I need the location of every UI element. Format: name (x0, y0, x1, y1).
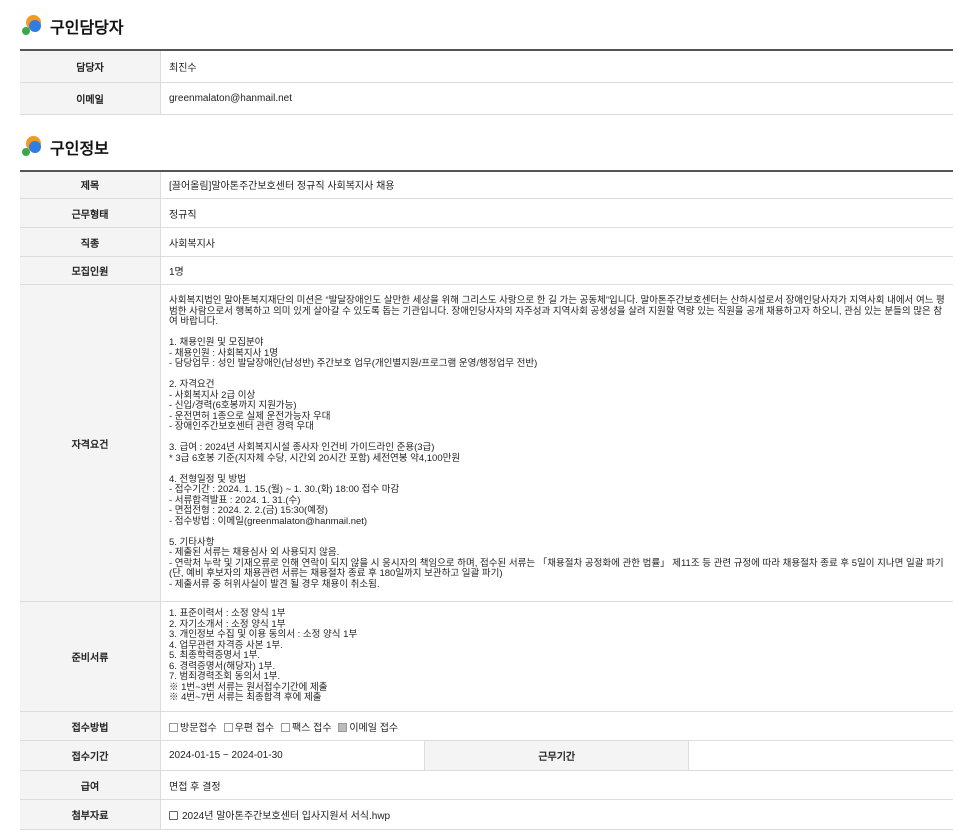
attachment-label: 첨부자료 (20, 799, 161, 830)
occupation-label: 직종 (20, 227, 161, 257)
job-section-title: 구인정보 (50, 140, 109, 158)
table-row: 접수방법 방문접수 우편 접수 팩스 접수 이메일 접수 (20, 711, 953, 741)
qualification-label: 자격요건 (20, 284, 161, 602)
qualification-text: 사회복지법인 말아톤복지재단의 미션은 “발달장애인도 살만한 세상을 위해 그… (160, 284, 953, 602)
email-label: 이메일 (20, 82, 161, 115)
table-row: 담당자 최진수 (20, 50, 953, 83)
headcount-label: 모집인원 (20, 256, 161, 285)
manager-section-title: 구인담당자 (50, 20, 124, 37)
table-row: 제목 [끌어올림]말아톤주간보호센터 정규직 사회복지사 채용 (20, 170, 953, 199)
employment-type-label: 근무형태 (20, 198, 161, 228)
method-options: 방문접수 우편 접수 팩스 접수 이메일 접수 (160, 711, 953, 741)
workperiod-label: 근무기간 (424, 740, 690, 771)
section-logo-icon (22, 135, 44, 158)
attachment-link[interactable]: 2024년 말아톤주간보호센터 입사지원서 서식.hwp (182, 811, 390, 822)
method-option-visit[interactable]: 방문접수 (169, 722, 217, 734)
email-value: greenmalaton@hanmail.net (160, 82, 953, 115)
method-label: 접수방법 (20, 711, 161, 741)
table-row: 준비서류 1. 표준이력서 : 소정 양식 1부 2. 자기소개서 : 소정 양… (20, 601, 953, 712)
job-info-table: 제목 [끌어올림]말아톤주간보호센터 정규직 사회복지사 채용 근무형태 정규직… (20, 169, 953, 830)
table-row: 모집인원 1명 (20, 256, 953, 285)
table-row: 첨부자료 2024년 말아톤주간보호센터 입사지원서 서식.hwp (20, 799, 953, 830)
salary-label: 급여 (20, 770, 161, 800)
manager-table: 담당자 최진수 이메일 greenmalaton@hanmail.net (20, 49, 953, 115)
table-row: 자격요건 사회복지법인 말아톤복지재단의 미션은 “발달장애인도 살만한 세상을… (20, 284, 953, 602)
title-label: 제목 (20, 170, 161, 199)
table-row: 이메일 greenmalaton@hanmail.net (20, 82, 953, 115)
method-option-email[interactable]: 이메일 접수 (338, 722, 398, 734)
section-logo-icon (22, 15, 44, 37)
documents-label: 준비서류 (20, 601, 161, 712)
checkbox-mail[interactable] (223, 722, 233, 732)
attachment-icon (169, 811, 178, 820)
manager-section-header: 구인담당자 (0, 14, 970, 38)
attachment-cell: 2024년 말아톤주간보호센터 입사지원서 서식.hwp (160, 799, 953, 830)
method-option-fax[interactable]: 팩스 접수 (280, 722, 332, 734)
manager-label: 담당자 (20, 50, 161, 83)
manager-value: 최진수 (160, 50, 953, 83)
employment-type-value: 정규직 (160, 198, 953, 228)
checkbox-email[interactable] (338, 722, 348, 732)
occupation-value: 사회복지사 (160, 227, 953, 257)
headcount-value: 1명 (160, 256, 953, 285)
table-row: 급여 면접 후 결정 (20, 770, 953, 800)
checkbox-fax[interactable] (280, 722, 290, 732)
documents-text: 1. 표준이력서 : 소정 양식 1부 2. 자기소개서 : 소정 양식 1부 … (160, 601, 953, 712)
salary-value: 면접 후 결정 (160, 770, 953, 800)
table-row: 근무형태 정규직 (20, 198, 953, 228)
period-value: 2024-01-15 ~ 2024-01-30 (160, 740, 425, 771)
table-row: 접수기간 2024-01-15 ~ 2024-01-30 근무기간 (20, 740, 953, 771)
table-row: 직종 사회복지사 (20, 227, 953, 257)
period-label: 접수기간 (20, 740, 161, 771)
title-value: [끌어올림]말아톤주간보호센터 정규직 사회복지사 채용 (160, 170, 953, 199)
method-option-mail[interactable]: 우편 접수 (223, 722, 274, 734)
workperiod-value (688, 740, 953, 771)
job-section-header: 구인정보 (0, 135, 970, 159)
checkbox-visit[interactable] (169, 722, 178, 732)
